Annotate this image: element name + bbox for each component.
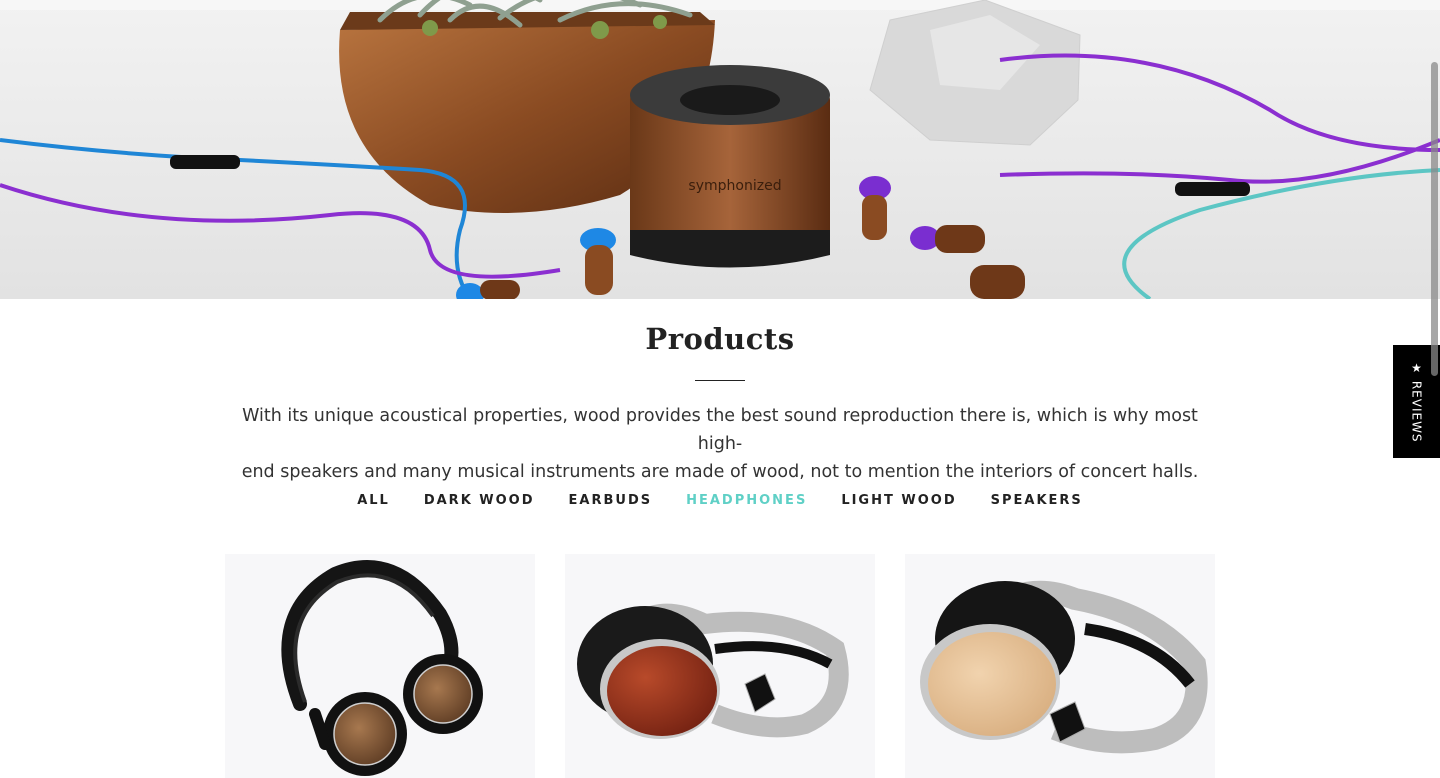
product-card-3[interactable]	[905, 554, 1215, 778]
filter-all[interactable]: ALL	[357, 493, 390, 508]
intro-line-2: end speakers and many musical instrument…	[241, 462, 1199, 482]
product-image	[281, 560, 483, 776]
product-image	[577, 603, 849, 739]
product-card-1[interactable]	[225, 554, 535, 778]
intro-text: With its unique acoustical properties, w…	[226, 402, 1214, 486]
reviews-tab-label: ★ REVIEWS	[1409, 360, 1424, 443]
hero-banner: symphonized	[0, 0, 1440, 299]
product-card-2[interactable]	[565, 554, 875, 778]
filter-headphones[interactable]: HEADPHONES	[686, 493, 807, 508]
hero-brand-text: symphonized	[688, 178, 781, 194]
title-divider	[695, 380, 745, 381]
collection-filter-nav: ALL DARK WOOD EARBUDS HEADPHONES LIGHT W…	[0, 493, 1440, 508]
intro-line-1: With its unique acoustical properties, w…	[242, 406, 1198, 454]
product-grid	[225, 554, 1215, 778]
product-image	[920, 580, 1208, 754]
filter-light-wood[interactable]: LIGHT WOOD	[841, 493, 956, 508]
hero-image: symphonized	[0, 0, 1440, 299]
scrollbar-thumb[interactable]	[1431, 62, 1438, 376]
filter-dark-wood[interactable]: DARK WOOD	[424, 493, 535, 508]
filter-earbuds[interactable]: EARBUDS	[569, 493, 653, 508]
page-title: Products	[645, 322, 795, 356]
filter-speakers[interactable]: SPEAKERS	[991, 493, 1083, 508]
